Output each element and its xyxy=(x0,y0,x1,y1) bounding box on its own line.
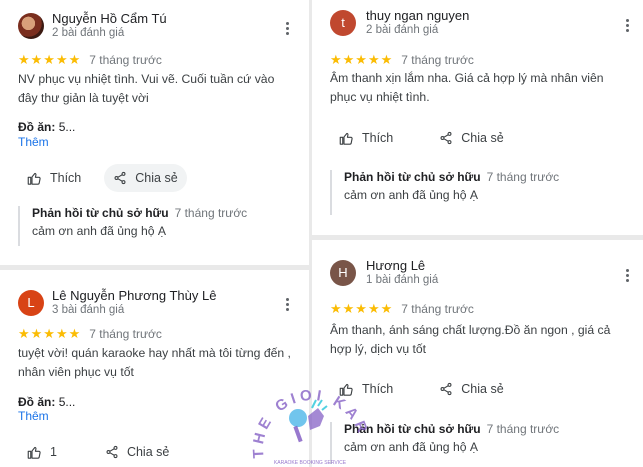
thumbs-up-icon xyxy=(339,132,353,145)
more-link[interactable]: Thêm xyxy=(18,409,49,423)
star-rating: ★★★★★ xyxy=(330,301,394,316)
owner-reply: Phản hồi từ chủ sở hữu 7 tháng trước cảm … xyxy=(330,422,559,464)
star-rating: ★★★★★ xyxy=(18,326,82,341)
avatar[interactable] xyxy=(18,12,44,39)
star-rating: ★★★★★ xyxy=(330,52,394,67)
share-label: Chia sẻ xyxy=(461,382,504,396)
review-card: Nguyễn Hồ Cẩm Tú 2 bài đánh giá ★★★★★ 7 … xyxy=(0,0,309,265)
reviewer-name[interactable]: Nguyễn Hồ Cẩm Tú xyxy=(52,11,167,26)
more-vert-icon[interactable] xyxy=(282,296,292,313)
reviewer-name[interactable]: Hương Lê xyxy=(366,258,438,273)
share-label: Chia sẻ xyxy=(461,131,504,145)
review-text: Âm thanh xịn lắm nha. Giá cả hợp lý mà n… xyxy=(330,71,604,104)
share-icon xyxy=(114,171,126,185)
review-card: H Hương Lê 1 bài đánh giá ★★★★★ 7 tháng … xyxy=(312,240,643,467)
review-count: 2 bài đánh giá xyxy=(52,27,125,39)
thumbs-up-icon xyxy=(27,172,41,185)
more-vert-icon[interactable] xyxy=(622,17,632,34)
thumbs-up-icon xyxy=(27,446,41,459)
review-time: 7 tháng trước xyxy=(401,302,474,316)
food-rating: Đồ ăn: 5... xyxy=(18,395,76,409)
more-vert-icon[interactable] xyxy=(282,20,292,37)
review-time: 7 tháng trước xyxy=(89,53,162,67)
more-vert-icon[interactable] xyxy=(622,267,632,284)
avatar[interactable]: H xyxy=(330,259,356,286)
review-count: 2 bài đánh giá xyxy=(366,24,439,36)
reviewer-name[interactable]: Lê Nguyễn Phương Thùy Lê xyxy=(52,288,216,303)
review-time: 7 tháng trước xyxy=(401,53,474,67)
share-button[interactable]: Chia sẻ xyxy=(430,375,512,403)
share-icon xyxy=(440,131,452,145)
review-card: L Lê Nguyễn Phương Thùy Lê 3 bài đánh gi… xyxy=(0,270,309,467)
thumbs-up-icon xyxy=(339,383,353,396)
reply-header: Phản hồi từ chủ sở hữu 7 tháng trước xyxy=(344,170,560,184)
share-label: Chia sẻ xyxy=(135,171,178,185)
reviewer-name[interactable]: thuy ngan nguyen xyxy=(366,8,469,23)
reply-text: cảm ơn anh đã ủng hộ Ạ xyxy=(344,188,479,202)
owner-reply: Phản hồi từ chủ sở hữu 7 tháng trước cảm … xyxy=(330,170,559,215)
share-button[interactable]: Chia sẻ xyxy=(104,164,187,192)
star-rating: ★★★★★ xyxy=(18,52,82,67)
avatar[interactable]: L xyxy=(18,289,44,316)
review-text: Âm thanh, ánh sáng chất lượng.Đồ ăn ngon… xyxy=(330,323,611,356)
share-button[interactable]: Chia sẻ xyxy=(430,124,512,152)
like-button[interactable]: Thích xyxy=(18,164,90,192)
like-label: Thích xyxy=(50,171,82,185)
reply-header: Phản hồi từ chủ sở hữu 7 tháng trước xyxy=(344,422,560,436)
reply-header: Phản hồi từ chủ sở hữu 7 tháng trước xyxy=(32,206,248,220)
like-button[interactable]: 1 xyxy=(18,438,66,466)
share-button[interactable]: Chia sẻ xyxy=(96,438,178,466)
like-button[interactable]: Thích xyxy=(330,124,402,152)
review-card: t thuy ngan nguyen 2 bài đánh giá ★★★★★ … xyxy=(312,0,643,235)
food-rating: Đồ ăn: 5... xyxy=(18,120,76,134)
like-label: Thích xyxy=(362,131,394,145)
like-label: Thích xyxy=(362,382,394,396)
reply-text: cảm ơn anh đã ủng hộ Ạ xyxy=(32,224,167,238)
share-label: Chia sẻ xyxy=(126,445,170,459)
share-icon xyxy=(106,445,118,459)
owner-reply: Phản hồi từ chủ sở hữu 7 tháng trước cảm … xyxy=(18,206,247,246)
review-count: 3 bài đánh giá xyxy=(52,304,125,316)
share-icon xyxy=(440,382,452,396)
like-button[interactable]: Thích xyxy=(330,375,402,403)
review-text: tuyệt vời! quán karaoke hay nhất mà tôi … xyxy=(18,346,291,379)
review-count: 1 bài đánh giá xyxy=(366,274,439,286)
reply-text: cảm ơn anh đã ủng hộ Ạ xyxy=(344,440,479,454)
like-count: 1 xyxy=(50,445,57,459)
review-time: 7 tháng trước xyxy=(89,327,162,341)
review-text: NV phục vụ nhiệt tình. Vui vẽ. Cuối tuần… xyxy=(18,72,275,105)
more-link[interactable]: Thêm xyxy=(18,135,49,149)
avatar[interactable]: t xyxy=(330,9,356,36)
